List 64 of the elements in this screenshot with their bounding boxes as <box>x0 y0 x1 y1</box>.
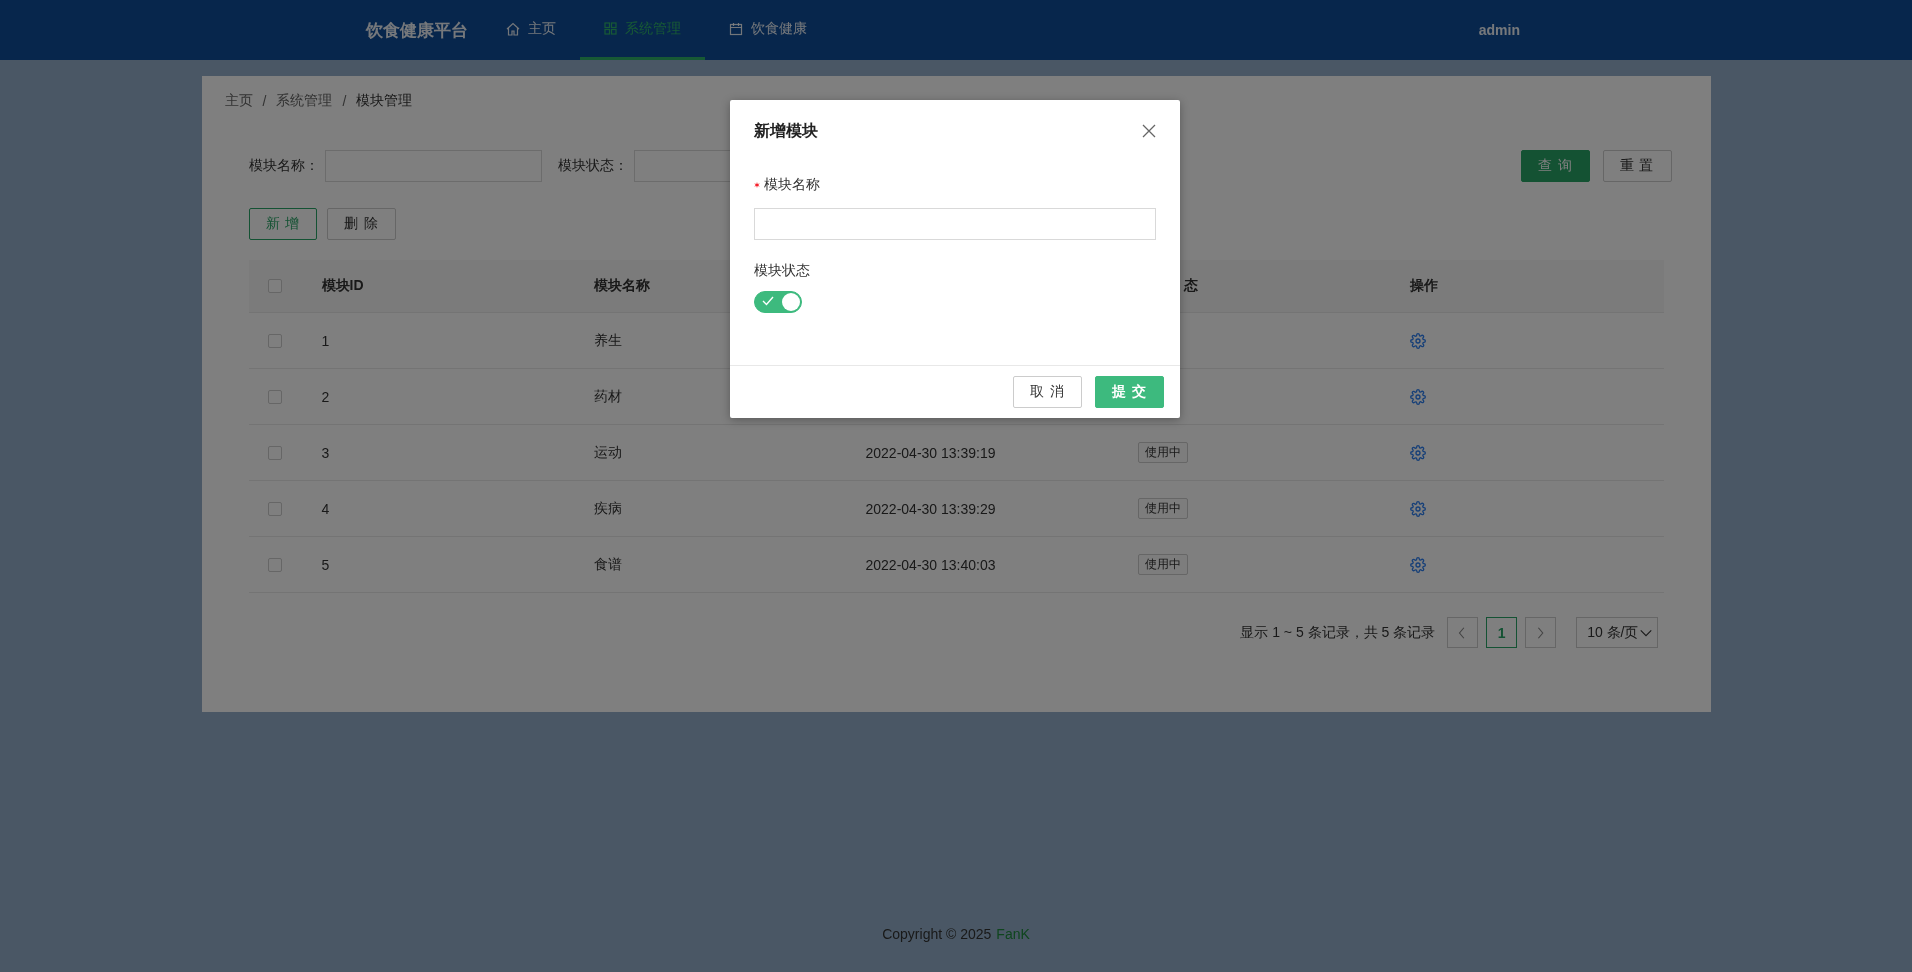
row-checkbox[interactable] <box>267 445 282 460</box>
status-toggle[interactable] <box>754 291 802 313</box>
add-button[interactable]: 新 增 <box>248 208 318 240</box>
breadcrumb-separator: / <box>342 93 347 109</box>
check-icon <box>762 295 774 307</box>
table-cell-text: 运动 <box>592 443 623 462</box>
table-cell-text: 养生 <box>592 331 623 350</box>
table-cell-text: 4 <box>320 500 331 517</box>
field-label: 模块状态 <box>754 262 811 280</box>
filter-label: 模块名称： <box>248 157 319 175</box>
settings-icon[interactable] <box>1409 444 1426 461</box>
select-all-checkbox[interactable] <box>267 279 282 293</box>
table-cell-text: 食谱 <box>592 555 623 574</box>
status-tag: 使用中 <box>1137 498 1188 519</box>
breadcrumb-current: 模块管理 <box>356 92 413 110</box>
status-tag: 使用中 <box>1137 442 1188 463</box>
table-cell-text: 1 <box>320 332 331 349</box>
breadcrumb-link[interactable]: 系统管理 <box>276 92 333 110</box>
field-label: 模块名称 <box>764 176 820 194</box>
dialog-title: 新增模块 <box>754 120 818 141</box>
row-checkbox[interactable] <box>267 389 282 404</box>
settings-icon[interactable] <box>1409 500 1426 517</box>
delete-button[interactable]: 删 除 <box>327 208 397 240</box>
name-input[interactable] <box>754 208 1156 240</box>
table-cell-text: 2022-04-30 13:39:19 <box>864 444 997 461</box>
table-cell-text: 5 <box>320 556 331 573</box>
table-cell-text: 2022-04-30 13:39:29 <box>864 500 997 517</box>
previous-page-button[interactable] <box>1447 617 1479 648</box>
app-title: 饮食健康平台 <box>366 19 468 42</box>
settings-icon[interactable] <box>1409 388 1426 405</box>
page-size-select[interactable]: 10 条/页 <box>1576 617 1658 648</box>
filter-label: 模块状态： <box>557 157 628 175</box>
row-checkbox[interactable] <box>267 557 282 572</box>
nav-tab[interactable]: 主页 <box>482 0 580 60</box>
grid-icon <box>604 22 617 35</box>
row-checkbox[interactable] <box>267 501 282 516</box>
column-header: 模块ID <box>321 277 364 293</box>
row-checkbox[interactable] <box>267 333 282 348</box>
table-cell-text: 2022-04-30 13:40:03 <box>864 556 997 573</box>
column-header: 态 <box>1183 277 1198 293</box>
table-cell-text: 药材 <box>592 387 623 406</box>
pagination-summary: 显示 1 ~ 5 条记录，共 5 条记录 <box>1240 623 1436 642</box>
table-cell-text: 2 <box>320 388 331 405</box>
cancel-button[interactable]: 取 消 <box>1013 376 1083 408</box>
table-cell-text: 3 <box>320 444 331 461</box>
copyright-text: Copyright © 2025 <box>882 926 992 942</box>
reset-button[interactable]: 重 置 <box>1602 150 1672 182</box>
settings-icon[interactable] <box>1409 556 1426 573</box>
nav-tab[interactable]: 饮食健康 <box>705 0 831 60</box>
status-tag: 使用中 <box>1137 554 1188 575</box>
close-icon[interactable] <box>1142 124 1156 138</box>
breadcrumb-link[interactable]: 主页 <box>224 92 253 110</box>
home-icon <box>506 21 520 36</box>
next-page-button[interactable] <box>1525 617 1557 648</box>
breadcrumb-separator: / <box>262 93 267 109</box>
page-button[interactable]: 1 <box>1486 617 1518 648</box>
column-header: 操作 <box>1409 277 1438 293</box>
search-button[interactable]: 查 询 <box>1520 150 1590 182</box>
submit-button[interactable]: 提 交 <box>1095 376 1164 408</box>
table-cell-text: 疾病 <box>592 499 623 518</box>
settings-icon[interactable] <box>1409 332 1426 349</box>
calendar-icon <box>729 21 743 36</box>
user-name[interactable]: admin <box>1478 22 1520 38</box>
column-header: 模块名称 <box>593 277 650 293</box>
